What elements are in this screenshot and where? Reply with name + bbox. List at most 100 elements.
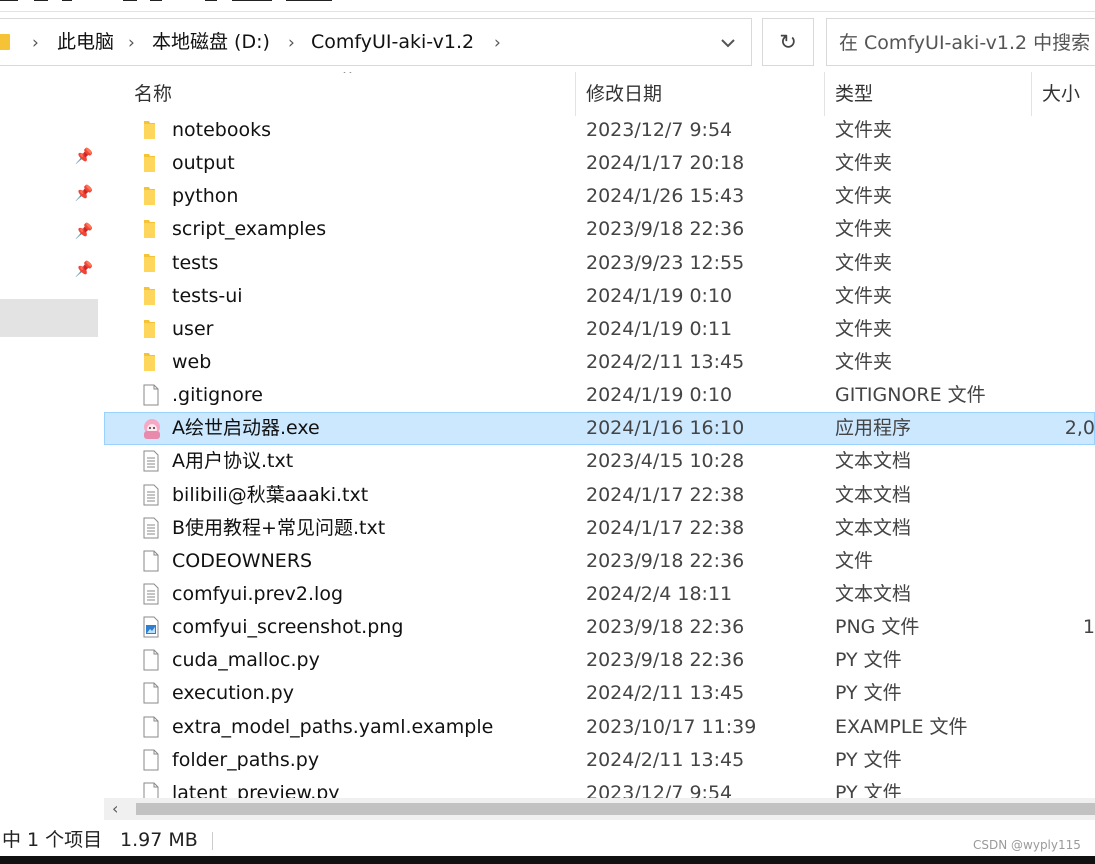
file-row[interactable]: folder_paths.py 2024/2/11 13:45 PY 文件 — [104, 744, 1095, 777]
file-type: 文本文档 — [835, 582, 912, 605]
file-rows: notebooks 2023/12/7 9:54 文件夹 output 2024/1/1… — [104, 114, 1095, 798]
address-bar[interactable]: › 此电脑 › 本地磁盘 (D:) › ComfyUI-aki-v1.2 › — [0, 18, 752, 66]
file-modified-date: 2024/2/11 13:45 — [586, 682, 745, 705]
file-modified-date: 2023/10/17 11:39 — [586, 715, 757, 738]
file-row[interactable]: web 2024/2/11 13:45 文件夹 — [104, 346, 1095, 379]
file-name: script_examples — [172, 218, 327, 241]
file-type: 文件夹 — [835, 152, 893, 175]
file-name: CODEOWNERS — [172, 549, 313, 572]
file-row[interactable]: comfyui_screenshot.png 2023/9/18 22:36 PNG… — [104, 611, 1095, 644]
file-type: PY 文件 — [835, 748, 902, 771]
file-type: 文件夹 — [835, 218, 893, 241]
file-row[interactable]: user 2024/1/19 0:11 文件夹 — [104, 313, 1095, 346]
column-header-name[interactable]: 名称 — [134, 82, 172, 106]
file-type: 应用程序 — [835, 417, 912, 440]
folder-icon — [140, 252, 162, 274]
file-icon — [140, 649, 162, 671]
search-placeholder: 在 ComfyUI-aki-v1.2 中搜索 — [839, 32, 1091, 54]
breadcrumb-comfyui-folder[interactable]: ComfyUI-aki-v1.2 — [311, 29, 474, 55]
file-modified-date: 2024/1/19 0:11 — [586, 317, 733, 340]
file-name: python — [172, 185, 239, 208]
file-list[interactable]: ^ 名称 修改日期 类型 大小 notebooks 2023/12/7 9:54 文… — [104, 72, 1095, 798]
scroll-left-icon[interactable]: ‹ — [112, 799, 118, 819]
file-type: GITIGNORE 文件 — [835, 384, 986, 407]
status-bar: 中 1 个项目 1.97 MB — [0, 822, 1095, 856]
file-name: cuda_malloc.py — [172, 649, 320, 672]
file-row[interactable]: tests-ui 2024/1/19 0:10 文件夹 — [104, 280, 1095, 313]
file-modified-date: 2024/1/19 0:10 — [586, 384, 733, 407]
file-row[interactable]: extra_model_paths.yaml.example 2023/10/17… — [104, 711, 1095, 744]
column-header-type[interactable]: 类型 — [835, 82, 873, 106]
file-name: latent_preview.py — [172, 781, 340, 798]
file-name: web — [172, 350, 212, 373]
chevron-right-icon[interactable]: › — [128, 32, 135, 54]
file-row[interactable]: comfyui.prev2.log 2024/2/4 18:11 文本文档 — [104, 578, 1095, 611]
file-type: 文件 — [835, 549, 874, 572]
address-history-dropdown[interactable] — [713, 31, 743, 55]
file-modified-date: 2024/1/26 15:43 — [586, 185, 745, 208]
file-modified-date: 2023/9/18 22:36 — [586, 549, 745, 572]
pin-icon[interactable]: 📌 — [74, 183, 94, 203]
column-header-date[interactable]: 修改日期 — [586, 82, 662, 106]
pin-icon[interactable]: 📌 — [74, 146, 94, 166]
folder-icon — [140, 119, 162, 141]
file-type: PY 文件 — [835, 781, 902, 798]
search-box[interactable]: 在 ComfyUI-aki-v1.2 中搜索 — [826, 18, 1095, 66]
file-row[interactable]: A用户协议.txt 2023/4/15 10:28 文本文档 — [104, 445, 1095, 478]
folder-icon — [140, 218, 162, 240]
chevron-right-icon: › — [32, 33, 39, 53]
file-row[interactable]: cuda_malloc.py 2023/9/18 22:36 PY 文件 — [104, 644, 1095, 677]
nav-selected-item[interactable] — [0, 299, 98, 337]
folder-icon — [140, 318, 162, 340]
pin-icon[interactable]: 📌 — [74, 221, 94, 241]
file-modified-date: 2023/9/18 22:36 — [586, 649, 745, 672]
file-modified-date: 2023/9/23 12:55 — [586, 251, 745, 274]
file-row[interactable]: .gitignore 2024/1/19 0:10 GITIGNORE 文件 — [104, 379, 1095, 412]
app-icon — [140, 417, 162, 440]
column-divider[interactable] — [1031, 72, 1032, 116]
file-row[interactable]: B使用教程+常见问题.txt 2024/1/17 22:38 文本文档 — [104, 512, 1095, 545]
file-row[interactable]: bilibili@秋葉aaaki.txt 2024/1/17 22:38 文本文档 — [104, 479, 1095, 512]
column-divider[interactable] — [575, 72, 576, 116]
file-type: PNG 文件 — [835, 616, 920, 639]
file-type: 文件夹 — [835, 284, 893, 307]
file-modified-date: 2024/2/4 18:11 — [586, 582, 733, 605]
refresh-button[interactable]: ↻ — [762, 18, 814, 66]
file-row[interactable]: latent_preview.py 2023/12/7 9:54 PY 文件 — [104, 777, 1095, 798]
file-modified-date: 2024/1/17 22:38 — [586, 516, 745, 539]
file-row[interactable]: notebooks 2023/12/7 9:54 文件夹 — [104, 114, 1095, 147]
folder-icon — [0, 34, 10, 50]
file-icon — [140, 384, 162, 406]
breadcrumb-this-pc[interactable]: 此电脑 — [57, 29, 114, 55]
pin-icon[interactable]: 📌 — [74, 259, 94, 279]
text-file-icon — [140, 484, 162, 506]
breadcrumb-drive-d[interactable]: 本地磁盘 (D:) — [152, 29, 270, 55]
column-header-size[interactable]: 大小 — [1042, 82, 1080, 106]
scrollbar-thumb[interactable] — [136, 803, 1095, 815]
file-name: tests-ui — [172, 284, 243, 307]
file-type: 文本文档 — [835, 516, 912, 539]
file-name: folder_paths.py — [172, 748, 320, 771]
navigation-pane[interactable]: 📌 📌 📌 📌 — [0, 72, 104, 798]
file-row[interactable]: script_examples 2023/9/18 22:36 文件夹 — [104, 213, 1095, 246]
file-row[interactable]: CODEOWNERS 2023/9/18 22:36 文件 — [104, 545, 1095, 578]
file-icon — [140, 749, 162, 771]
file-row[interactable]: A绘世启动器.exe 2024/1/16 16:10 应用程序 2,0 — [104, 412, 1095, 446]
column-divider[interactable] — [824, 72, 825, 116]
chevron-right-icon[interactable]: › — [494, 32, 501, 54]
selection-count: 中 1 个项目 — [2, 829, 103, 851]
file-row[interactable]: tests 2023/9/23 12:55 文件夹 — [104, 247, 1095, 280]
file-row[interactable]: output 2024/1/17 20:18 文件夹 — [104, 147, 1095, 180]
file-row[interactable]: python 2024/1/26 15:43 文件夹 — [104, 180, 1095, 213]
file-modified-date: 2024/1/16 16:10 — [586, 417, 745, 440]
file-type: 文件夹 — [835, 119, 893, 141]
folder-icon — [140, 185, 162, 207]
ribbon-divider — [0, 11, 1095, 12]
file-name: tests — [172, 251, 219, 274]
file-name: .gitignore — [172, 384, 263, 407]
file-type: 文件夹 — [835, 251, 893, 274]
file-row[interactable]: execution.py 2024/2/11 13:45 PY 文件 — [104, 677, 1095, 710]
horizontal-scrollbar[interactable]: ‹ — [104, 798, 1095, 820]
chevron-right-icon[interactable]: › — [288, 32, 295, 54]
file-name: output — [172, 152, 235, 175]
